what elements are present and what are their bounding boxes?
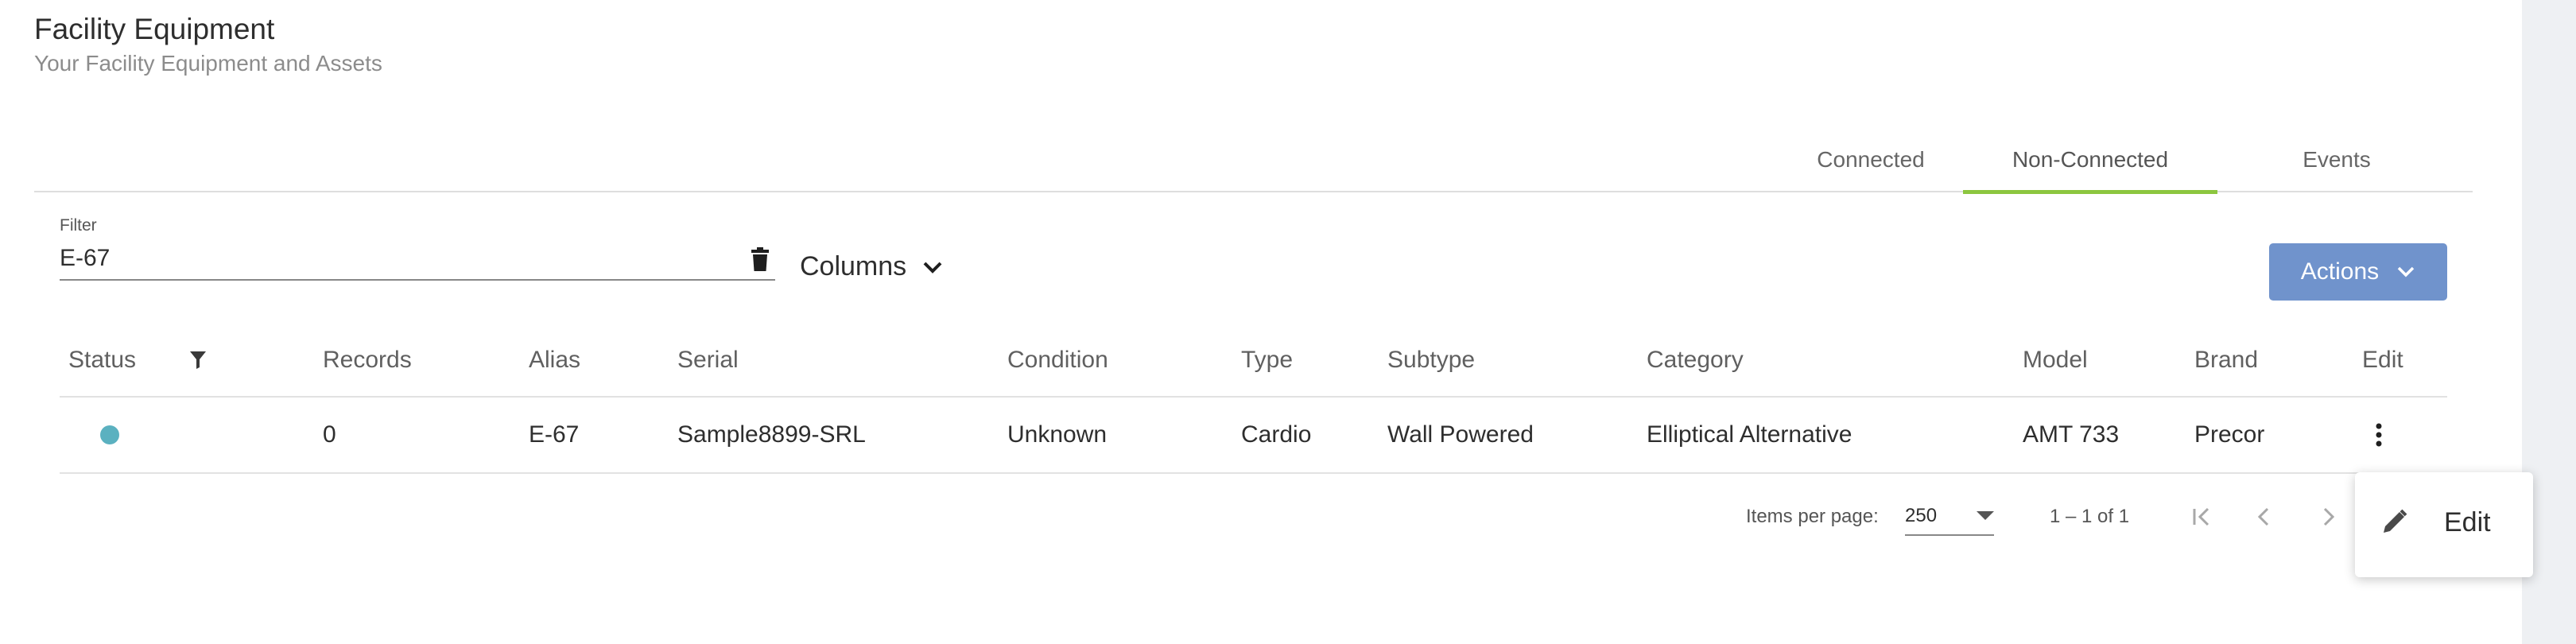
next-page-button[interactable] [2312,501,2344,533]
header-subtype[interactable]: Subtype [1387,324,1475,396]
items-per-page-label: Items per page: [1746,506,1879,527]
first-page-button[interactable] [2186,501,2218,533]
alias-cell: E-67 [529,421,580,448]
columns-dropdown[interactable]: Columns [800,251,943,282]
row-context-menu: Edit [2355,472,2533,577]
dropdown-arrow-icon [1977,511,1994,520]
header-model[interactable]: Model [2023,324,2088,396]
model-cell: AMT 733 [2023,421,2120,448]
type-cell: Cardio [1241,421,1312,448]
equipment-table: Status Records Alias Serial Condition Ty… [60,324,2447,474]
more-vert-icon [2376,423,2382,447]
tab-events[interactable]: Events [2241,127,2432,192]
status-dot [100,425,119,444]
trash-icon[interactable] [751,247,769,271]
header-serial[interactable]: Serial [677,324,739,396]
subtype-cell: Wall Powered [1387,421,1534,448]
header-category[interactable]: Category [1647,324,1744,396]
serial-cell: Sample8899-SRL [677,421,866,448]
page-size-select[interactable]: 250 [1905,498,1994,536]
previous-page-button[interactable] [2248,501,2280,533]
status-filter-icon[interactable] [190,324,206,396]
table-header-row: Status Records Alias Serial Condition Ty… [60,324,2447,398]
table-row[interactable]: 0 E-67 Sample8899-SRL Unknown Cardio Wal… [60,398,2447,474]
actions-label: Actions [2300,258,2380,285]
brand-cell: Precor [2194,421,2265,448]
pencil-icon [2384,509,2407,533]
paginator: Items per page: 250 1 – 1 of 1 [0,493,2522,541]
filter-input[interactable] [60,241,712,276]
first-page-icon [2193,507,2209,526]
edit-menu-label: Edit [2444,507,2491,537]
header-status[interactable]: Status [68,324,136,396]
header-status-label: Status [68,347,137,373]
chevron-right-icon [2323,507,2335,526]
chevron-down-icon [2397,266,2415,277]
filter-label: Filter [60,216,97,235]
filter-field [60,241,775,281]
header-edit: Edit [2362,347,2403,373]
category-cell: Elliptical Alternative [1647,421,1852,448]
tab-connected[interactable]: Connected [1767,127,1974,192]
tab-non-connected[interactable]: Non-Connected [1963,127,2217,194]
tab-bar: Connected Non-Connected Events [34,127,2473,194]
header-type[interactable]: Type [1241,324,1293,396]
page-size-value: 250 [1905,505,1938,526]
row-menu-button[interactable] [2375,398,2383,472]
header-records[interactable]: Records [323,324,412,396]
condition-cell: Unknown [1007,421,1108,448]
header-condition[interactable]: Condition [1007,324,1108,396]
chevron-down-icon [923,262,942,274]
records-cell: 0 [323,421,336,448]
page-subtitle: Your Facility Equipment and Assets [34,51,382,76]
range-label: 1 – 1 of 1 [2050,506,2130,527]
funnel-icon [190,351,206,369]
edit-menu-item[interactable]: Edit [2355,472,2533,577]
status-cell [100,398,119,472]
chevron-left-icon [2257,507,2269,526]
actions-button[interactable]: Actions [2269,243,2447,301]
header-alias[interactable]: Alias [529,324,580,396]
header-brand[interactable]: Brand [2194,324,2258,396]
page-title: Facility Equipment [34,13,275,45]
columns-label: Columns [800,251,907,281]
